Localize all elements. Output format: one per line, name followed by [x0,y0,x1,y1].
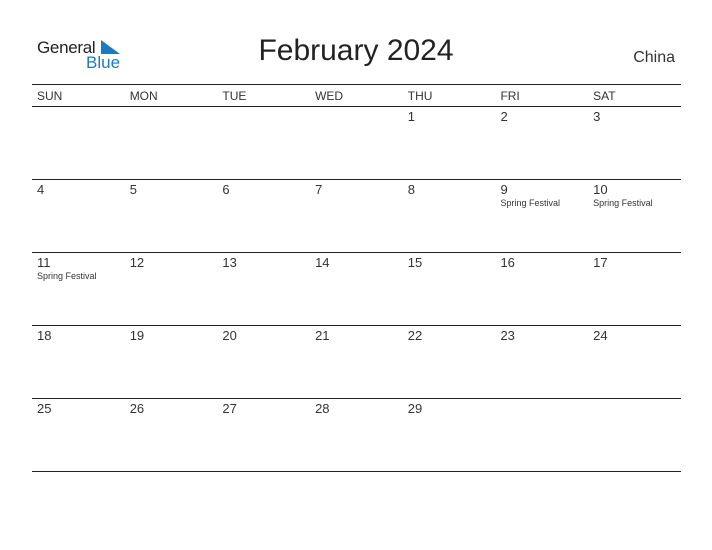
day-cell: 15 [403,253,496,325]
day-number: 4 [37,182,45,197]
week-row: 11 Spring Festival 12 13 14 15 16 17 [32,253,681,326]
weekday-label: WED [315,89,344,103]
day-cell: 6 [217,180,310,252]
day-number: 11 [37,255,51,270]
day-cell: 23 [495,326,588,398]
day-cell: 21 [310,326,403,398]
day-cell: 9 Spring Festival [495,180,588,252]
day-number: 21 [315,328,330,343]
day-number: 17 [593,255,608,270]
holiday-label: Spring Festival [593,198,653,208]
day-cell: 7 [310,180,403,252]
weekday-label: MON [129,89,158,103]
day-number: 13 [222,255,237,270]
day-cell: 27 [217,399,310,471]
day-cell: 1 [403,107,496,179]
weekday-header: SUN MON TUE WED THU FRI SAT [32,84,681,107]
day-number: 16 [500,255,515,270]
day-number: 12 [129,255,145,270]
weekday-label: FRI [500,89,520,103]
day-number: 29 [407,401,423,416]
weekday-label: THU [407,89,433,103]
calendar-grid: SUN MON TUE WED THU FRI SAT 1 2 3 4 5 6 7 8 9 Spring Fe… [32,84,681,472]
day-cell [588,399,681,471]
day-cell: 13 [217,253,310,325]
day-number: 28 [315,401,330,416]
day-number: 9 [500,182,508,197]
country-label: China [633,49,675,66]
day-cell: 12 [125,253,218,325]
day-cell [310,107,403,179]
day-number: 25 [37,401,52,416]
day-cell [32,107,125,179]
day-number: 14 [315,255,330,270]
week-row: 25 26 27 28 29 [32,399,681,472]
day-number: 5 [129,182,137,197]
day-cell: 2 [495,107,588,179]
day-cell: 18 [32,326,125,398]
day-number: 8 [407,182,415,197]
day-cell: 17 [588,253,681,325]
holiday-label: Spring Festival [500,198,560,208]
day-cell: 11 Spring Festival [32,253,125,325]
weekday-label: TUE [222,89,247,103]
day-cell: 3 [588,107,681,179]
day-cell: 4 [32,180,125,252]
day-number: 19 [129,328,145,343]
page-title: February 2024 [258,34,454,67]
day-cell: 20 [217,326,310,398]
day-cell: 10 Spring Festival [588,180,681,252]
day-cell: 29 [403,399,496,471]
day-cell [125,107,218,179]
day-cell: 28 [310,399,403,471]
day-cell: 8 [403,180,496,252]
day-number: 15 [407,255,423,270]
day-cell: 26 [125,399,218,471]
day-cell: 24 [588,326,681,398]
day-number: 23 [500,328,515,343]
day-cell: 5 [125,180,218,252]
day-number: 3 [593,109,601,124]
day-number: 22 [407,328,423,343]
day-number: 1 [407,109,415,124]
week-row: 4 5 6 7 8 9 Spring Festival 10 Spring Festival [32,180,681,253]
weekday-label: SUN [37,89,63,103]
day-number: 2 [500,109,508,124]
day-cell: 14 [310,253,403,325]
day-cell [495,399,588,471]
week-row: 1 2 3 [32,107,681,180]
day-number: 7 [315,182,323,197]
holiday-label: Spring Festival [37,271,97,281]
week-row: 18 19 20 21 22 23 24 [32,326,681,399]
day-number: 20 [222,328,237,343]
day-cell: 25 [32,399,125,471]
day-number: 27 [222,401,237,416]
day-cell: 16 [495,253,588,325]
day-number: 26 [129,401,145,416]
day-number: 6 [222,182,230,197]
day-cell [217,107,310,179]
day-cell: 22 [403,326,496,398]
day-cell: 19 [125,326,218,398]
day-number: 18 [37,328,52,343]
day-number: 10 [593,182,608,197]
weekday-label: SAT [593,89,616,103]
day-number: 24 [593,328,608,343]
